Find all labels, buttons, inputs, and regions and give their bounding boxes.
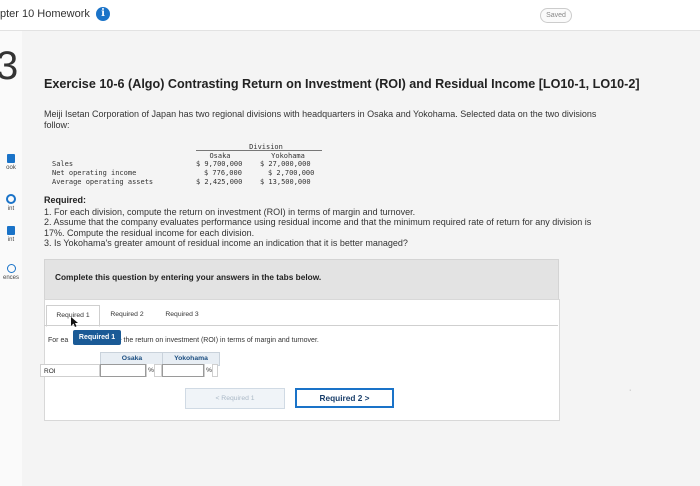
table-row-label: Net operating income (52, 169, 137, 177)
cell-padding (154, 364, 162, 377)
rail-item-print[interactable]: int (0, 226, 22, 243)
question-number: 3 (0, 44, 19, 88)
stray-mark: · (629, 387, 632, 394)
rail-item-ebook[interactable]: ook (0, 154, 22, 171)
rail-item-label: ences (2, 275, 19, 281)
rail-item-references[interactable]: ences (0, 264, 22, 281)
table-row-label: Sales (52, 160, 74, 168)
osaka-roi-field[interactable] (101, 371, 145, 382)
yokohama-roi-field[interactable] (163, 371, 203, 382)
top-bar: pter 10 Homework i Saved (0, 0, 700, 31)
instruction-suffix: ompute the return on investment (ROI) in… (98, 337, 319, 344)
division-col-osaka: Osaka (209, 152, 231, 160)
left-rail (0, 31, 22, 486)
instruction-prefix: For ea (48, 337, 69, 344)
required-item: 2. Assume that the company evaluates per… (44, 217, 592, 238)
references-icon (6, 264, 16, 273)
table-cell: $ 27,000,000 (260, 160, 311, 168)
prev-required-button[interactable]: < Required 1 (185, 388, 285, 409)
breadcrumb[interactable]: pter 10 Homework (0, 8, 90, 20)
division-header-rule (196, 150, 322, 151)
yokohama-roi-input[interactable] (162, 364, 204, 382)
instructions-banner: Complete this question by entering your … (44, 259, 559, 301)
tab-required-2[interactable]: Required 2 (104, 305, 150, 325)
osaka-roi-input[interactable] (100, 364, 146, 382)
table-cell: $ 2,700,000 (268, 169, 315, 177)
saved-status-badge: Saved (540, 8, 572, 23)
table-cell: $ 13,500,000 (260, 178, 311, 186)
required-item: 1. For each division, compute the return… (44, 206, 416, 217)
exercise-intro: Meiji Isetan Corporation of Japan has tw… (44, 109, 597, 130)
tab-required-3[interactable]: Required 3 (158, 305, 206, 325)
rail-item-label: ook (6, 165, 16, 171)
check-icon (6, 194, 16, 204)
info-icon[interactable]: i (96, 7, 110, 21)
exercise-title: Exercise 10-6 (Algo) Contrasting Return … (44, 77, 640, 91)
tab-divider (44, 325, 558, 326)
division-col-yokohama: Yokohama (271, 152, 305, 160)
cursor-icon (71, 317, 78, 327)
tab-tooltip: Required 1 (73, 330, 121, 345)
table-row-label: Average operating assets (52, 178, 154, 186)
print-icon (7, 226, 15, 235)
answer-row-label: ROI (40, 364, 100, 377)
cell-padding (212, 364, 218, 377)
table-cell: $ 776,000 (204, 169, 242, 177)
required-section: Required: 1. For each division, compute … (44, 195, 604, 249)
rail-item-label: int (7, 237, 15, 243)
next-required-button[interactable]: Required 2 > (295, 388, 394, 408)
required-item: 3. Is Yokohama's greater amount of resid… (44, 238, 408, 248)
book-icon (7, 154, 15, 163)
table-cell: $ 9,700,000 (196, 160, 243, 168)
banner-text: Complete this question by entering your … (55, 272, 322, 282)
rail-item-label: int (7, 206, 15, 212)
rail-item-hint[interactable]: int (0, 194, 22, 212)
required-heading: Required: (44, 195, 87, 205)
table-cell: $ 2,425,000 (196, 178, 243, 186)
